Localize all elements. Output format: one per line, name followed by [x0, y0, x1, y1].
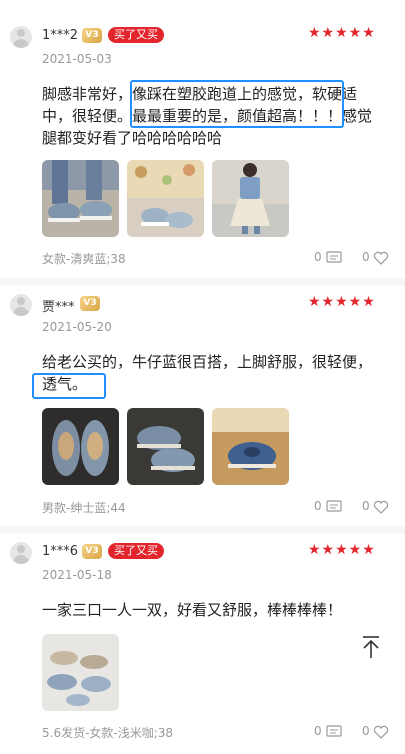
heart-icon[interactable] [373, 251, 389, 265]
like-count: 0 [362, 250, 370, 264]
review-text-line: 脚感非常好，像踩在塑胶跑道上的感觉，软硬适 [42, 85, 358, 103]
review-photo[interactable] [212, 160, 289, 237]
avatar[interactable] [10, 26, 32, 48]
review-card: 1***2 V3 买了又买 ★★★★★ 2021-05-03 脚感非常好，像踩在… [0, 0, 405, 280]
review-text: 一家三口一人一双，好看又舒服，棒棒棒棒！ [42, 599, 392, 621]
review-text-line: 透气。 [42, 375, 88, 393]
comment-count: 0 [314, 250, 322, 264]
username: 1***6 [42, 544, 79, 559]
repurchase-badge: 买了又买 [108, 27, 164, 43]
review-date: 2021-05-20 [42, 320, 112, 334]
vip-badge-icon: V3 [80, 296, 100, 311]
star-rating: ★★★★★ [308, 294, 376, 310]
username: 1***2 [42, 28, 79, 43]
review-text: 脚感非常好，像踩在塑胶跑道上的感觉，软硬适 中，很轻便。最最重要的是，颜值超高！… [42, 83, 392, 149]
comment-count: 0 [314, 724, 322, 738]
avatar[interactable] [10, 542, 32, 564]
vip-badge-icon: V3 [82, 28, 102, 43]
review-text-line: 腿都变好看了哈哈哈哈哈哈 [42, 129, 223, 147]
star-rating: ★★★★★ [308, 25, 376, 41]
product-variant: 女款-清爽蓝;38 [42, 252, 126, 266]
photo-shoe-on-wood [212, 408, 289, 485]
comment-icon[interactable] [326, 725, 342, 739]
avatar[interactable] [10, 294, 32, 316]
like-count: 0 [362, 499, 370, 513]
review-card: 1***6 V3 买了又买 ★★★★★ 2021-05-18 一家三口一人一双，… [0, 534, 405, 754]
back-to-top-icon[interactable] [356, 632, 386, 662]
comment-icon[interactable] [326, 500, 342, 514]
photo-shoes-floral-dress [127, 160, 204, 237]
photo-child-walking [212, 160, 289, 237]
review-card: 贾*** V3 ★★★★★ 2021-05-20 给老公买的，牛仔蓝很百搭，上脚… [0, 286, 405, 532]
review-photo[interactable] [42, 408, 119, 485]
photo-shoe-pair-top [42, 408, 119, 485]
review-text-line: 中，很轻便。最最重要的是，颜值超高！！！感觉 [42, 107, 373, 125]
divider [0, 278, 405, 286]
review-photo[interactable] [127, 408, 204, 485]
repurchase-badge: 买了又买 [108, 543, 164, 559]
photo-shoes-on-feet [42, 160, 119, 237]
review-photo[interactable] [127, 160, 204, 237]
review-text-line: 一家三口一人一双，好看又舒服，棒棒棒棒！ [42, 601, 343, 619]
review-photo[interactable] [212, 408, 289, 485]
review-photo[interactable] [42, 634, 119, 711]
star-rating: ★★★★★ [308, 542, 376, 558]
comment-count: 0 [314, 499, 322, 513]
vip-badge-icon: V3 [82, 544, 102, 559]
heart-icon[interactable] [373, 500, 389, 514]
like-count: 0 [362, 724, 370, 738]
review-date: 2021-05-18 [42, 568, 112, 582]
heart-icon[interactable] [373, 725, 389, 739]
review-text: 给老公买的，牛仔蓝很百搭，上脚舒服，很轻便， 透气。 [42, 351, 392, 395]
photo-shoes-side [127, 408, 204, 485]
photo-three-pairs [42, 634, 119, 711]
divider [0, 526, 405, 534]
product-variant: 5.6发货-女款-浅米咖;38 [42, 726, 174, 740]
review-text-line: 给老公买的，牛仔蓝很百搭，上脚舒服，很轻便， [42, 353, 373, 371]
username: 贾*** [42, 300, 75, 315]
product-variant: 男款-绅士蓝;44 [42, 501, 126, 515]
review-date: 2021-05-03 [42, 52, 112, 66]
comment-icon[interactable] [326, 251, 342, 265]
review-photo[interactable] [42, 160, 119, 237]
